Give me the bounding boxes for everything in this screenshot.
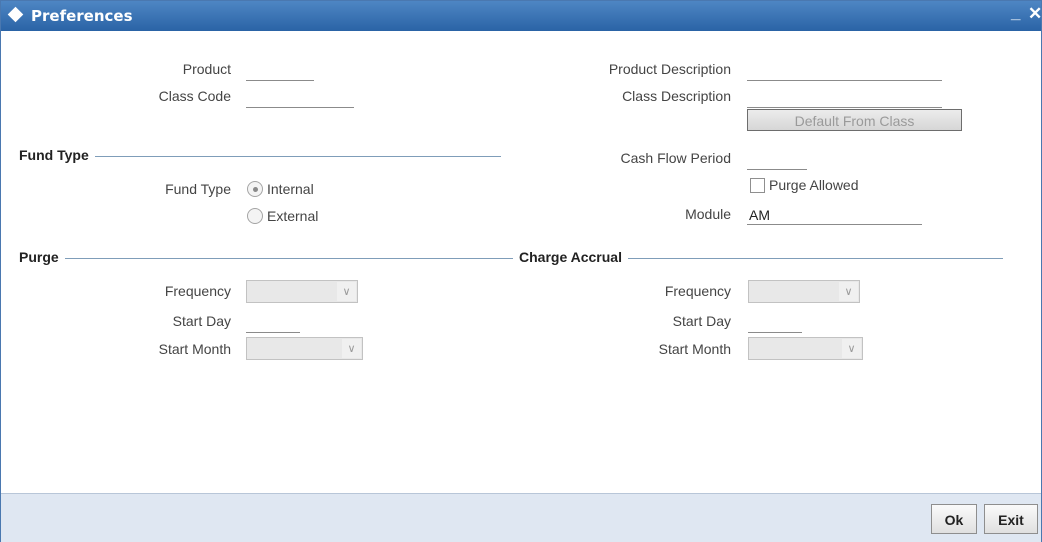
chevron-down-icon: ∨: [839, 282, 858, 301]
purge-frequency-label: Frequency: [164, 283, 231, 299]
product-description-label: Product Description: [608, 61, 731, 77]
preferences-form: Product Product Description Class Code C…: [1, 31, 1041, 493]
charge-accrual-section-title: Charge Accrual: [513, 249, 628, 265]
internal-option-label: Internal: [267, 181, 314, 197]
purge-start-day-label: Start Day: [172, 313, 231, 329]
purge-start-month-label: Start Month: [158, 341, 231, 357]
module-input[interactable]: [747, 206, 922, 225]
default-from-class-button[interactable]: Default From Class: [747, 109, 962, 131]
purge-allowed-label: Purge Allowed: [769, 177, 859, 193]
class-description-label: Class Description: [622, 88, 731, 104]
accrual-start-day-input[interactable]: [748, 314, 802, 333]
button-bar: Ok Exit: [1, 493, 1041, 542]
purge-divider: [9, 258, 509, 259]
radio-unselected-icon: [247, 208, 263, 224]
cash-flow-period-input[interactable]: [747, 151, 807, 170]
chevron-down-icon: ∨: [342, 339, 361, 358]
close-button[interactable]: ✕: [1028, 4, 1042, 24]
fund-type-section-title: Fund Type: [9, 147, 95, 163]
external-option-label: External: [267, 208, 319, 224]
product-input[interactable]: [246, 62, 314, 81]
accrual-start-day-label: Start Day: [672, 313, 731, 329]
class-code-label: Class Code: [158, 88, 231, 104]
cash-flow-period-label: Cash Flow Period: [620, 150, 732, 166]
radio-selected-icon: [247, 181, 263, 197]
module-label: Module: [685, 206, 731, 222]
exit-button[interactable]: Exit: [984, 504, 1038, 534]
preferences-window: Preferences _ ✕ Product Product Descript…: [0, 0, 1042, 542]
accrual-frequency-select[interactable]: ∨: [748, 280, 860, 303]
title-bar: Preferences _ ✕: [1, 1, 1042, 31]
purge-start-day-input[interactable]: [246, 314, 300, 333]
chevron-down-icon: ∨: [842, 339, 861, 358]
checkbox-icon: [750, 177, 765, 193]
minimize-button[interactable]: _: [1011, 3, 1020, 23]
fund-type-internal-radio[interactable]: Internal: [247, 181, 314, 197]
window-diamond-icon: [7, 6, 24, 23]
purge-frequency-select[interactable]: ∨: [246, 280, 358, 303]
class-description-input[interactable]: [747, 89, 942, 108]
purge-section-title: Purge: [9, 249, 65, 265]
product-label: Product: [182, 61, 231, 77]
fund-type-external-radio[interactable]: External: [247, 208, 318, 224]
product-description-input[interactable]: [747, 62, 942, 81]
accrual-start-month-select[interactable]: ∨: [748, 337, 863, 360]
ok-button[interactable]: Ok: [931, 504, 977, 534]
window-title: Preferences: [31, 7, 133, 25]
class-code-input[interactable]: [246, 89, 354, 108]
accrual-frequency-label: Frequency: [664, 283, 731, 299]
purge-allowed-checkbox[interactable]: Purge Allowed: [750, 177, 859, 193]
accrual-start-month-label: Start Month: [658, 341, 731, 357]
fund-type-label: Fund Type: [165, 181, 231, 197]
chevron-down-icon: ∨: [337, 282, 356, 301]
purge-start-month-select[interactable]: ∨: [246, 337, 363, 360]
